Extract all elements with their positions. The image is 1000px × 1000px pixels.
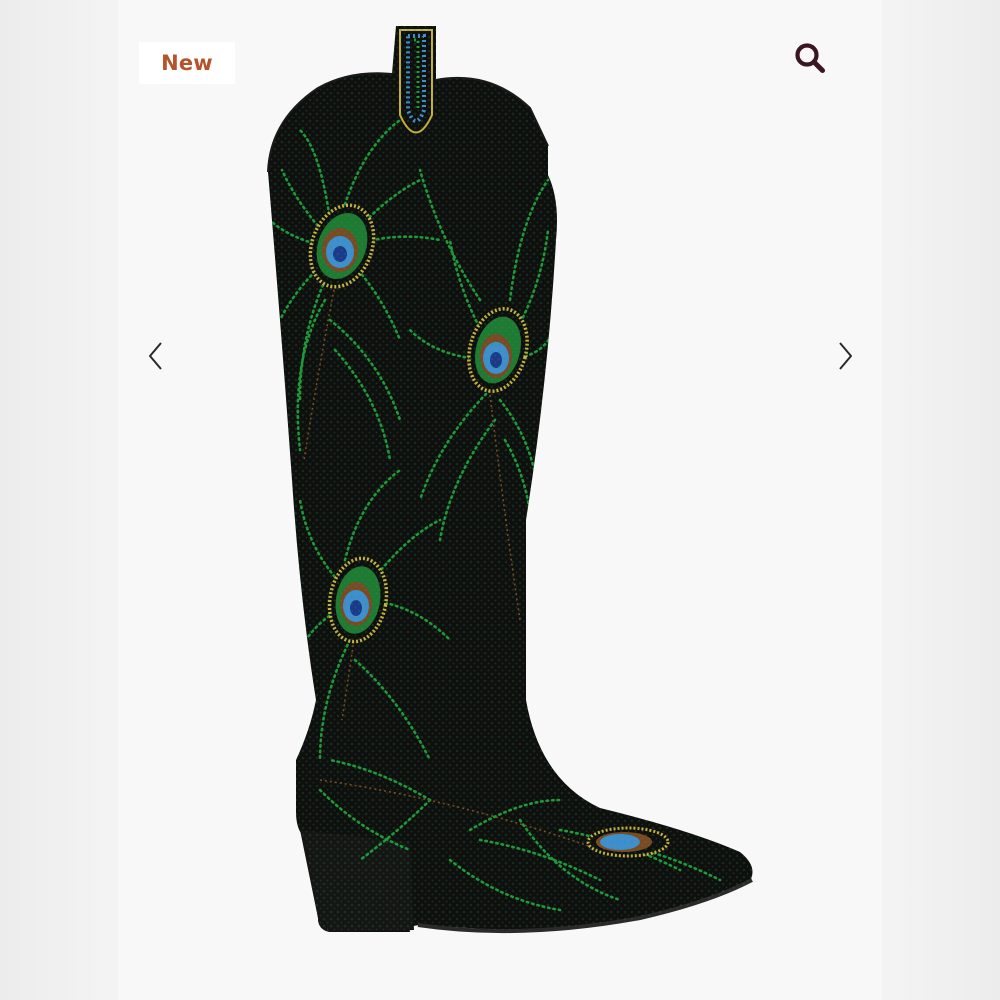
search-button[interactable]	[788, 36, 832, 80]
chevron-left-icon	[149, 342, 162, 370]
new-badge: New	[139, 42, 235, 84]
previous-image-button[interactable]	[135, 334, 179, 378]
magnifier-icon	[795, 43, 825, 73]
chevron-right-icon	[839, 342, 852, 370]
next-image-button[interactable]	[822, 334, 866, 378]
product-image-boot	[267, 26, 753, 934]
